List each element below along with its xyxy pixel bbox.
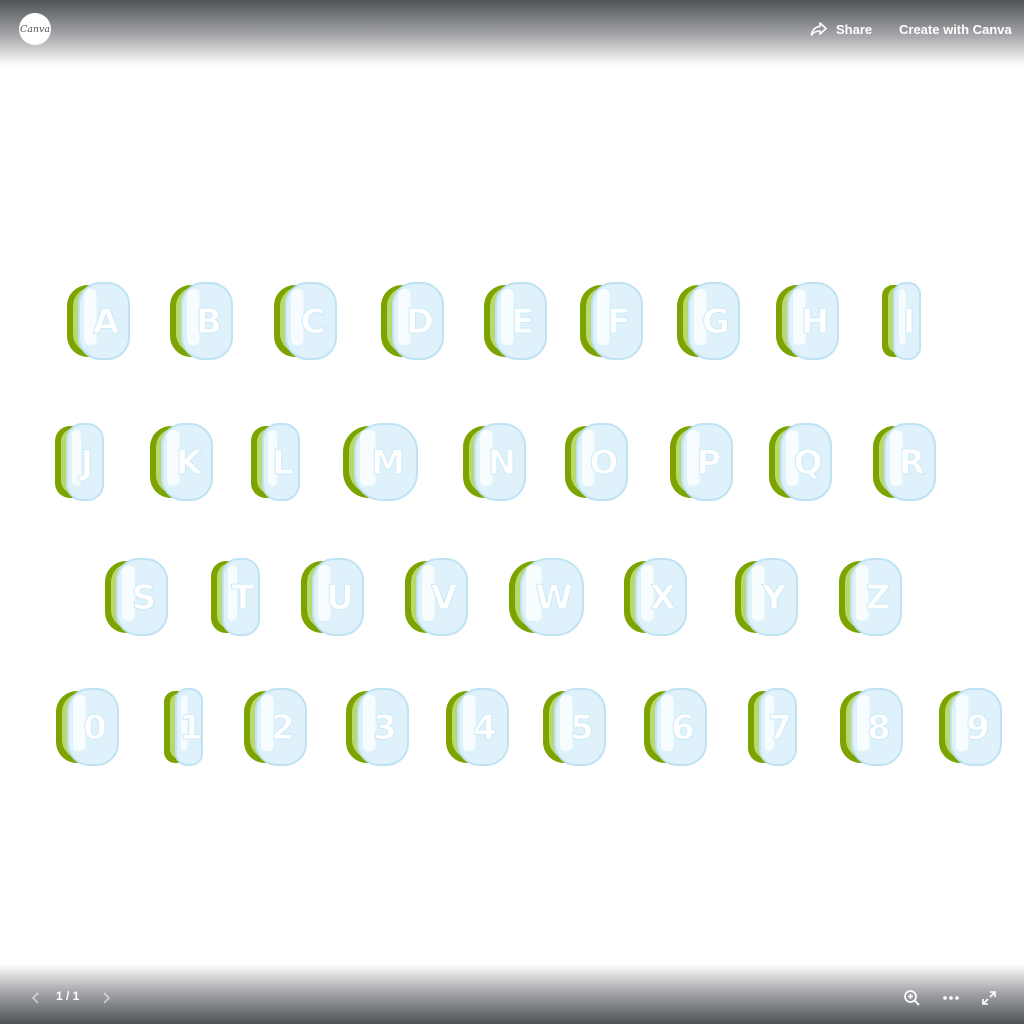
glyph-letter: U [326,578,354,618]
bubble-glyph-f: F [580,282,643,360]
bubble-glyph-m: M [343,423,418,501]
bubble-glyph-1: 1 [164,688,203,766]
zoom-in-icon [904,990,920,1006]
glyph-letter: B [196,302,222,342]
more-horizontal-icon [943,996,959,1000]
glyph-letter: F [607,302,630,342]
more-options-button[interactable] [939,986,963,1010]
glyph-letter: Q [794,443,823,483]
canva-logo[interactable]: Canva [19,13,51,45]
glyph-letter: 7 [768,708,792,748]
bubble-glyph-k: K [150,423,213,501]
glyph-letter: D [406,302,434,342]
bubble-glyph-0: 0 [56,688,119,766]
bubble-glyph-d: D [381,282,444,360]
create-with-canva-button[interactable]: Create with Canva [899,18,1012,40]
bottom-bar [0,964,1024,1024]
glyph-letter: J [79,443,94,483]
expand-icon [982,991,996,1005]
top-bar: Canva Share Create with Canva [0,0,1024,66]
previous-page-button[interactable] [26,988,46,1008]
bubble-glyph-4: 4 [446,688,509,766]
glyph-letter: G [702,302,730,342]
bubble-glyph-q: Q [769,423,832,501]
bubble-glyph-7: 7 [748,688,797,766]
glyph-letter: A [93,302,120,342]
bubble-alphabet-artwork: A B C D E F G H I J K L M N O P Q R S T U V W X Y Z 0 1 2 3 4 5 6 7 8 9 [55,282,1002,766]
bubble-glyph-y: Y [735,558,798,636]
chevron-right-icon [103,992,111,1004]
bubble-glyph-i: I [882,282,921,360]
glyph-letter: Y [761,578,787,618]
glyph-letter: E [511,302,534,342]
glyph-letter: 8 [867,708,891,748]
glyph-letter: Z [866,578,891,618]
bubble-glyph-g: G [677,282,740,360]
bubble-glyph-h: H [776,282,839,360]
glyph-letter: C [301,302,326,342]
zoom-button[interactable] [900,986,924,1010]
bubble-glyph-2: 2 [244,688,307,766]
glyph-letter: 1 [179,708,203,748]
glyph-letter: 5 [570,708,594,748]
bubble-glyph-8: 8 [840,688,903,766]
next-page-button[interactable] [96,988,116,1008]
glyph-letter: I [903,302,916,342]
bubble-glyph-v: V [405,558,468,636]
glyph-letter: S [132,578,157,618]
bubble-glyph-n: N [463,423,526,501]
bubble-glyph-r: R [873,423,936,501]
bubble-glyph-5: 5 [543,688,606,766]
glyph-letter: H [801,302,829,342]
glyph-letter: 2 [271,708,295,748]
glyph-letter: T [231,578,255,618]
page-indicator: 1 / 1 [56,989,80,1003]
bubble-glyph-l: L [251,423,300,501]
glyph-letter: N [488,443,516,483]
bubble-glyph-x: X [624,558,687,636]
share-arrow-icon [810,22,827,36]
glyph-letter: W [535,578,573,618]
glyph-letter: 9 [966,708,990,748]
bubble-glyph-t: T [211,558,260,636]
glyph-letter: L [272,443,294,483]
fullscreen-button[interactable] [977,986,1001,1010]
design-canvas: A B C D E F G H I J K L M N O P Q R S T U V W X Y Z 0 1 2 3 4 5 6 7 8 9 [0,0,1024,1024]
glyph-letter: 3 [373,708,397,748]
glyph-letter: P [697,443,722,483]
bubble-glyph-z: Z [839,558,902,636]
glyph-letter: O [590,443,619,483]
glyph-letter: M [371,443,405,483]
glyph-letter: 6 [671,708,695,748]
bubble-glyph-w: W [509,558,584,636]
bubble-glyph-9: 9 [939,688,1002,766]
glyph-letter: 4 [473,708,497,748]
bubble-glyph-o: O [565,423,628,501]
glyph-letter: K [176,443,204,483]
bubble-glyph-6: 6 [644,688,707,766]
share-label: Share [836,21,873,37]
bubble-glyph-j: J [55,423,104,501]
glyph-letter: V [431,578,458,618]
share-button[interactable]: Share [810,18,872,40]
bubble-glyph-s: S [105,558,168,636]
glyph-letter: 0 [83,708,107,748]
bubble-glyph-a: A [67,282,130,360]
bubble-glyph-c: C [274,282,337,360]
bubble-glyph-u: U [301,558,364,636]
bubble-glyph-b: B [170,282,233,360]
glyph-letter: X [650,578,676,618]
glyph-letter: R [899,443,925,483]
bubble-glyph-p: P [670,423,733,501]
chevron-left-icon [31,992,39,1004]
bubble-glyph-e: E [484,282,547,360]
bubble-glyph-3: 3 [346,688,409,766]
